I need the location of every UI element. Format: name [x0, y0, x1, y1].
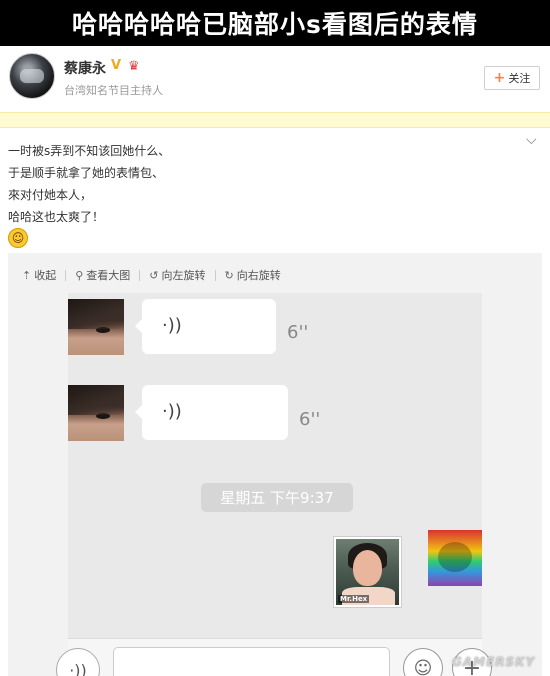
profile-title: 台湾知名节目主持人	[64, 84, 163, 97]
chevron-down-icon[interactable]: ⌵	[526, 132, 537, 148]
banner-title: 哈哈哈哈哈已脑部小s看图后的表情	[72, 10, 478, 39]
post-text: 一时被s弄到不知该回她什么、 于是顺手就拿了她的表情包、 來对付她本人， 哈哈这…	[8, 140, 508, 228]
rotate-left-icon: ↺	[149, 268, 159, 282]
toolbar-divider	[65, 269, 67, 281]
toolbar-divider	[214, 269, 216, 281]
post-line: 來对付她本人，	[8, 188, 93, 202]
plus-icon: +	[493, 70, 506, 86]
avatar[interactable]	[9, 53, 55, 99]
image-toolbar: ⇡ 收起 ⚲ 查看大图 ↺ 向左旋转 ↻ 向右旋转	[22, 267, 281, 283]
chat-screenshot: ·)) 6'' ·)) 6'' 星期五 下午9:37 Mr.Hex	[68, 293, 482, 676]
view-large-label: 查看大图	[86, 269, 131, 282]
photo-face	[353, 550, 382, 586]
magnifier-icon: ⚲	[75, 268, 84, 282]
voice-wave-icon: ·))	[162, 315, 182, 336]
post-line: 哈哈这也太爽了！	[8, 210, 105, 224]
chat-timestamp: 星期五 下午9:37	[201, 483, 353, 512]
voice-duration: 6''	[299, 409, 321, 430]
sender-avatar	[68, 299, 124, 355]
voice-message-bubble[interactable]: ·))	[135, 385, 288, 440]
rotate-left-button[interactable]: ↺ 向左旋转	[149, 267, 205, 283]
rainbow-avatar	[428, 530, 482, 586]
rotate-right-button[interactable]: ↻ 向右旋转	[225, 267, 281, 283]
voice-duration: 6''	[287, 322, 309, 343]
toolbar-divider	[139, 269, 141, 281]
weibo-profile-header: 蔡康永 V ♛ 台湾知名节目主持人 + 关注	[0, 46, 550, 112]
verified-icon: V	[111, 58, 122, 73]
watermark: GAMERSKY	[452, 655, 536, 669]
view-large-button[interactable]: ⚲ 查看大图	[75, 267, 130, 283]
follow-button[interactable]: + 关注	[484, 66, 540, 90]
photo-tag: Mr.Hex	[338, 595, 370, 603]
follow-label: 关注	[508, 72, 531, 85]
sticker-photo[interactable]: Mr.Hex	[333, 536, 402, 608]
rotate-right-label: 向右旋转	[236, 269, 281, 282]
voice-message-bubble[interactable]: ·))	[135, 299, 276, 354]
sender-avatar	[68, 385, 124, 441]
member-crown-icon: ♛	[128, 59, 140, 74]
chat-input-bar: ·)) ☺ +	[56, 638, 492, 676]
header-banner: 哈哈哈哈哈已脑部小s看图后的表情	[0, 0, 550, 46]
post-line: 于是顺手就拿了她的表情包、	[8, 166, 165, 180]
divider-band	[0, 112, 550, 128]
profile-name[interactable]: 蔡康永	[64, 58, 106, 78]
rotate-right-icon: ↻	[224, 268, 234, 282]
emoji-button[interactable]: ☺	[403, 648, 443, 676]
post-line: 一时被s弄到不知该回她什么、	[8, 144, 171, 158]
arrow-up-icon: ⇡	[22, 268, 32, 282]
grin-emoji-icon: ☺	[8, 228, 28, 248]
voice-wave-icon: ·))	[162, 401, 182, 422]
collapse-label: 收起	[34, 269, 57, 282]
rotate-left-label: 向左旋转	[161, 269, 206, 282]
message-input[interactable]	[113, 647, 390, 676]
collapse-button[interactable]: ⇡ 收起	[22, 267, 56, 283]
